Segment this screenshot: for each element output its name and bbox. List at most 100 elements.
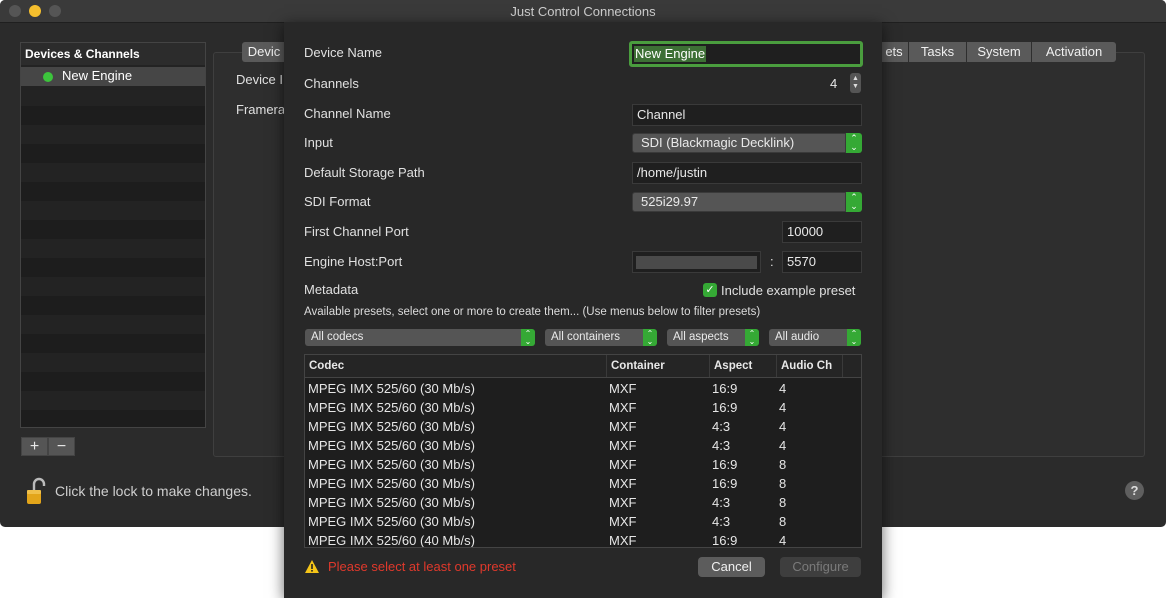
cell-aspect: 16:9 bbox=[712, 381, 738, 396]
input-select-value: SDI (Blackmagic Decklink) bbox=[632, 133, 846, 153]
column-header-aspect[interactable]: Aspect bbox=[710, 355, 777, 377]
input-select[interactable]: SDI (Blackmagic Decklink) ⌃ ⌄ bbox=[632, 133, 862, 153]
sidebar-item-new-engine[interactable]: New Engine bbox=[21, 67, 205, 86]
channels-stepper[interactable]: ▲ ▼ bbox=[850, 73, 861, 93]
container-filter-select[interactable]: All containers ⌃ ⌄ bbox=[545, 329, 657, 346]
table-row[interactable]: MPEG IMX 525/60 (30 Mb/s) MXF 16:9 4 bbox=[305, 398, 861, 417]
cancel-button[interactable]: Cancel bbox=[698, 557, 765, 577]
cell-container: MXF bbox=[609, 438, 637, 453]
tab-tasks[interactable]: Tasks bbox=[909, 42, 967, 62]
cell-aspect: 4:3 bbox=[712, 438, 731, 453]
sdi-format-label: SDI Format bbox=[304, 194, 371, 209]
chevron-updown-icon: ⌃ ⌄ bbox=[846, 192, 862, 212]
list-stripe bbox=[21, 258, 205, 277]
list-stripe bbox=[21, 334, 205, 353]
table-row[interactable]: MPEG IMX 525/60 (30 Mb/s) MXF 16:9 8 bbox=[305, 474, 861, 493]
sidebar-item-label: New Engine bbox=[62, 68, 133, 83]
chevron-updown-icon: ⌃ ⌄ bbox=[643, 329, 657, 346]
tab-presets[interactable]: ets bbox=[880, 42, 909, 62]
status-dot-icon bbox=[43, 72, 53, 82]
channels-label: Channels bbox=[304, 76, 359, 91]
first-port-field[interactable]: 10000 bbox=[782, 221, 862, 243]
remove-device-button[interactable]: − bbox=[48, 437, 75, 456]
cell-audio: 8 bbox=[779, 476, 787, 491]
tab-system[interactable]: System bbox=[967, 42, 1032, 62]
cell-codec: MPEG IMX 525/60 (30 Mb/s) bbox=[308, 438, 475, 453]
device-name-field[interactable]: New Engine bbox=[629, 41, 863, 67]
table-row[interactable]: MPEG IMX 525/60 (30 Mb/s) MXF 4:3 8 bbox=[305, 493, 861, 512]
device-label-partial: Device I bbox=[236, 72, 283, 87]
cell-codec: MPEG IMX 525/60 (30 Mb/s) bbox=[308, 419, 475, 434]
title-bar: Just Control Connections bbox=[0, 0, 1166, 23]
aspect-filter-value: All aspects bbox=[667, 329, 745, 346]
cell-aspect: 16:9 bbox=[712, 400, 738, 415]
configure-engine-sheet: Device Name New Engine Channels 4 ▲ ▼ Cha… bbox=[284, 22, 882, 598]
redacted-host bbox=[636, 256, 757, 269]
cell-aspect: 16:9 bbox=[712, 533, 738, 548]
table-row[interactable]: MPEG IMX 525/60 (30 Mb/s) MXF 16:9 8 bbox=[305, 455, 861, 474]
cell-codec: MPEG IMX 525/60 (30 Mb/s) bbox=[308, 476, 475, 491]
list-stripe bbox=[21, 372, 205, 391]
cell-container: MXF bbox=[609, 419, 637, 434]
add-device-button[interactable]: + bbox=[21, 437, 48, 456]
device-name-value: New Engine bbox=[634, 46, 707, 62]
cell-codec: MPEG IMX 525/60 (30 Mb/s) bbox=[308, 495, 475, 510]
cell-codec: MPEG IMX 525/60 (30 Mb/s) bbox=[308, 514, 475, 529]
cell-container: MXF bbox=[609, 514, 637, 529]
chevron-updown-icon: ⌃ ⌄ bbox=[846, 133, 862, 153]
input-label: Input bbox=[304, 135, 333, 150]
audio-filter-value: All audio bbox=[769, 329, 847, 346]
table-row[interactable]: MPEG IMX 525/60 (30 Mb/s) MXF 4:3 4 bbox=[305, 436, 861, 455]
cell-container: MXF bbox=[609, 457, 637, 472]
table-row[interactable]: MPEG IMX 525/60 (30 Mb/s) MXF 4:3 8 bbox=[305, 512, 861, 531]
channel-name-field[interactable]: Channel bbox=[632, 104, 862, 126]
sdi-format-select[interactable]: 525i29.97 ⌃ ⌄ bbox=[632, 192, 862, 212]
table-row[interactable]: MPEG IMX 525/60 (40 Mb/s) MXF 16:9 4 bbox=[305, 531, 861, 548]
tab-device[interactable]: Devic bbox=[242, 42, 287, 62]
column-header-codec[interactable]: Codec bbox=[305, 355, 607, 377]
list-stripe bbox=[21, 106, 205, 125]
engine-port-field[interactable]: 5570 bbox=[782, 251, 862, 273]
metadata-label: Metadata bbox=[304, 282, 359, 297]
cell-audio: 8 bbox=[779, 514, 787, 529]
cell-container: MXF bbox=[609, 400, 637, 415]
sidebar-header: Devices & Channels bbox=[21, 43, 205, 65]
first-port-label: First Channel Port bbox=[304, 224, 409, 239]
devices-sidebar: Devices & Channels New Engine bbox=[20, 42, 206, 428]
aspect-filter-select[interactable]: All aspects ⌃ ⌄ bbox=[667, 329, 759, 346]
codec-filter-value: All codecs bbox=[305, 329, 521, 346]
storage-path-field[interactable]: /home/justin bbox=[632, 162, 862, 184]
tab-activation[interactable]: Activation bbox=[1032, 42, 1116, 62]
include-preset-label: Include example preset bbox=[721, 283, 856, 298]
cell-audio: 8 bbox=[779, 495, 787, 510]
include-preset-checkbox[interactable]: ✓ bbox=[703, 283, 717, 297]
chevron-updown-icon: ⌃ ⌄ bbox=[847, 329, 861, 346]
audio-filter-select[interactable]: All audio ⌃ ⌄ bbox=[769, 329, 861, 346]
column-header-container[interactable]: Container bbox=[607, 355, 710, 377]
cell-codec: MPEG IMX 525/60 (30 Mb/s) bbox=[308, 381, 475, 396]
cell-container: MXF bbox=[609, 476, 637, 491]
lock-icon[interactable] bbox=[25, 476, 47, 506]
cell-audio: 8 bbox=[779, 457, 787, 472]
cell-audio: 4 bbox=[779, 438, 787, 453]
table-row[interactable]: MPEG IMX 525/60 (30 Mb/s) MXF 16:9 4 bbox=[305, 379, 861, 398]
presets-table[interactable]: Codec Container Aspect Audio Ch MPEG IMX… bbox=[304, 354, 862, 548]
list-stripe bbox=[21, 220, 205, 239]
codec-filter-select[interactable]: All codecs ⌃ ⌄ bbox=[305, 329, 535, 346]
cell-audio: 4 bbox=[779, 381, 787, 396]
window-title: Just Control Connections bbox=[510, 4, 656, 19]
storage-path-label: Default Storage Path bbox=[304, 165, 425, 180]
chevron-updown-icon: ⌃ ⌄ bbox=[521, 329, 535, 346]
host-port-separator: : bbox=[770, 254, 774, 269]
cell-aspect: 4:3 bbox=[712, 514, 731, 529]
table-header: Codec Container Aspect Audio Ch bbox=[305, 355, 861, 378]
channels-value: 4 bbox=[830, 76, 838, 91]
configure-button[interactable]: Configure bbox=[780, 557, 861, 577]
engine-host-field[interactable] bbox=[632, 251, 761, 273]
table-row[interactable]: MPEG IMX 525/60 (30 Mb/s) MXF 4:3 4 bbox=[305, 417, 861, 436]
cell-container: MXF bbox=[609, 495, 637, 510]
cell-aspect: 16:9 bbox=[712, 457, 738, 472]
cell-audio: 4 bbox=[779, 400, 787, 415]
help-button[interactable]: ? bbox=[1125, 481, 1144, 500]
column-header-audio[interactable]: Audio Ch bbox=[777, 355, 843, 377]
